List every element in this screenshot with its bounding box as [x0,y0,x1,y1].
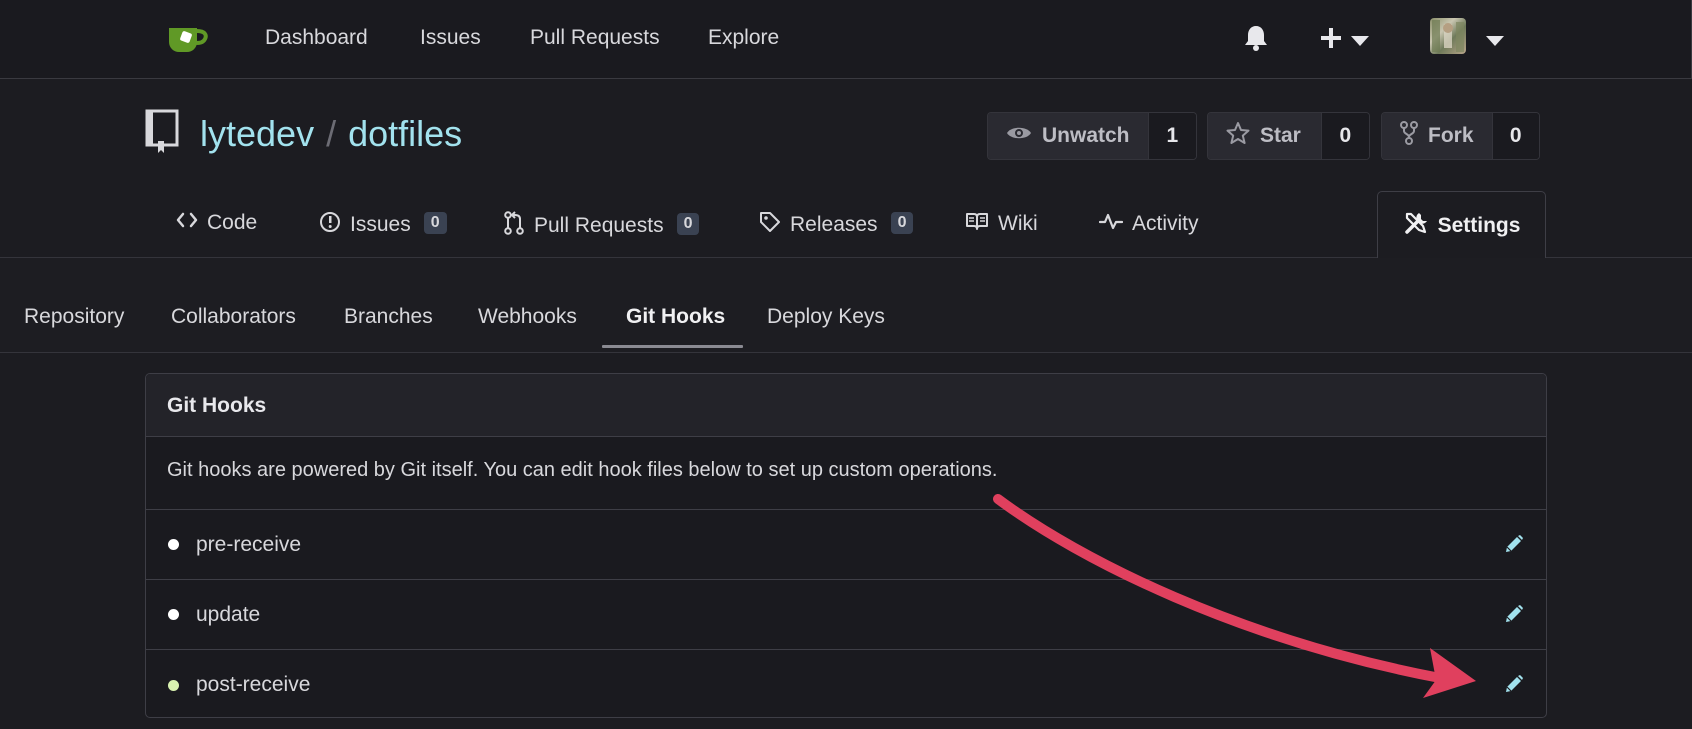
star-count[interactable]: 0 [1321,113,1369,159]
inactive-status-dot [168,539,179,550]
releases-count-badge: 0 [890,212,914,234]
tab-wiki-label: Wiki [998,212,1038,235]
watch-button-group: Unwatch 1 [987,112,1197,160]
subnav-branches[interactable]: Branches [344,305,433,329]
watch-count[interactable]: 1 [1148,113,1196,159]
plus-icon[interactable] [1320,27,1342,54]
list-item: update [146,580,1546,650]
nav-pull-requests[interactable]: Pull Requests [530,26,660,50]
hook-name: post-receive [196,673,311,696]
issue-icon [319,211,341,239]
git-hooks-panel: Git Hooks Git hooks are powered by Git i… [145,373,1547,718]
tab-issues[interactable]: Issues 0 [319,211,447,239]
pull-request-icon [503,211,525,241]
active-status-dot [168,679,179,691]
book-icon [965,211,989,237]
code-icon [176,211,198,235]
tab-settings[interactable]: Settings [1377,191,1546,259]
eye-icon [1006,124,1032,148]
top-navbar: Dashboard Issues Pull Requests Explore [0,0,1692,79]
list-item: pre-receive [146,510,1546,580]
nav-explore[interactable]: Explore [708,26,779,50]
tab-releases[interactable]: Releases 0 [759,211,914,239]
tag-icon [759,211,781,239]
repo-name-link[interactable]: dotfiles [348,113,462,154]
tab-pull-requests-label: Pull Requests [534,214,664,237]
tab-pull-requests[interactable]: Pull Requests 0 [503,211,700,241]
pencil-icon[interactable] [1504,534,1524,559]
list-item: post-receive [146,650,1546,717]
repo-title: lytedev / dotfiles [200,113,462,155]
star-label: Star [1260,124,1301,147]
subnav-git-hooks[interactable]: Git Hooks [626,305,725,329]
tab-activity[interactable]: Activity [1098,211,1199,237]
tools-icon [1403,210,1429,242]
subnav-collaborators[interactable]: Collaborators [171,305,296,329]
pencil-icon[interactable] [1504,604,1524,629]
tab-releases-label: Releases [790,213,878,236]
subnav-repository[interactable]: Repository [24,305,124,329]
pulls-count-badge: 0 [676,213,700,235]
unwatch-button[interactable]: Unwatch [988,113,1149,159]
nav-dashboard[interactable]: Dashboard [265,26,368,50]
hook-name: pre-receive [196,532,302,556]
issues-count-badge: 0 [423,212,447,234]
chevron-down-icon[interactable] [1351,33,1369,51]
subnav-deploy-keys[interactable]: Deploy Keys [767,305,885,329]
tab-code-label: Code [207,211,258,234]
star-button-group: Star 0 [1207,112,1370,160]
chevron-down-icon[interactable] [1486,33,1504,51]
pencil-icon[interactable] [1504,674,1524,699]
avatar[interactable] [1430,18,1466,54]
fork-button[interactable]: Fork [1382,113,1493,159]
star-button[interactable]: Star [1208,113,1322,159]
fork-count[interactable]: 0 [1492,113,1539,159]
fork-label: Fork [1428,124,1474,147]
repo-owner-link[interactable]: lytedev [200,113,314,154]
active-subnav-indicator [602,345,743,348]
tab-issues-label: Issues [350,213,411,236]
repo-icon [144,108,180,159]
panel-description: Git hooks are powered by Git itself. You… [146,437,1546,510]
bell-icon[interactable] [1243,24,1269,57]
hook-name: update [196,602,261,626]
fork-button-group: Fork 0 [1381,112,1540,160]
inactive-status-dot [168,609,179,620]
unwatch-label: Unwatch [1042,124,1130,147]
tab-code[interactable]: Code [176,211,257,235]
subnav-webhooks[interactable]: Webhooks [478,305,577,329]
star-icon [1226,121,1250,151]
tab-activity-label: Activity [1132,212,1199,235]
tab-settings-label: Settings [1437,213,1521,237]
repo-separator: / [326,113,337,154]
fork-icon [1400,121,1418,151]
nav-issues[interactable]: Issues [420,26,481,50]
pulse-icon [1098,211,1124,237]
tab-wiki[interactable]: Wiki [965,211,1038,237]
panel-title: Git Hooks [146,374,1546,437]
gitea-logo-icon[interactable] [166,22,210,61]
